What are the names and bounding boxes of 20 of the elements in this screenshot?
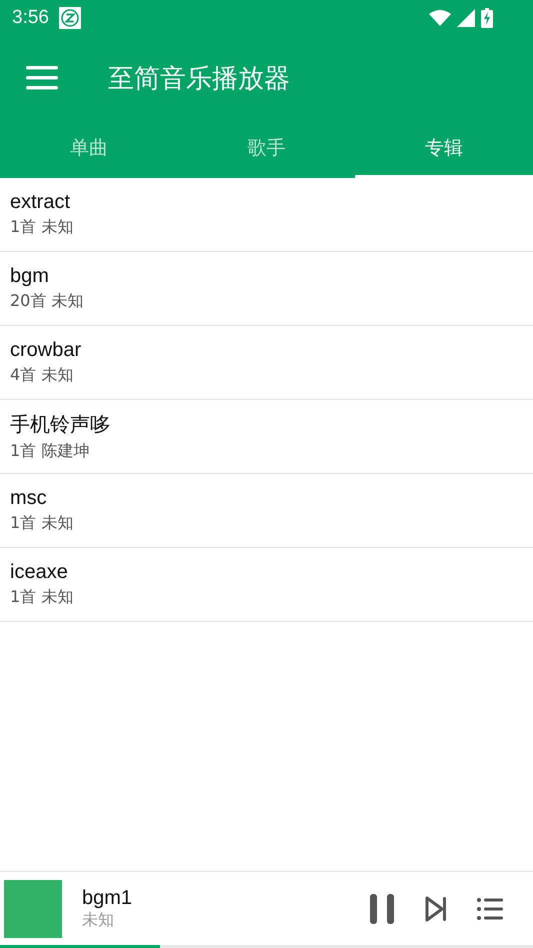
battery-icon — [481, 8, 493, 28]
song-title: bgm1 — [82, 886, 134, 910]
pause-icon[interactable] — [369, 894, 395, 924]
album-item[interactable]: bgm 20首 未知 — [0, 252, 533, 326]
menu-icon[interactable] — [26, 66, 58, 90]
progress-bar[interactable] — [0, 945, 533, 948]
album-art — [4, 880, 62, 938]
album-item[interactable]: msc 1首 未知 — [0, 474, 533, 548]
status-time: 3:56 — [12, 7, 49, 29]
album-item[interactable]: crowbar 4首 未知 — [0, 326, 533, 400]
album-item[interactable]: 手机铃声哆 1首 陈建坤 — [0, 400, 533, 474]
album-item[interactable]: extract 1首 未知 — [0, 178, 533, 252]
signal-icon — [457, 9, 475, 27]
app-title: 至简音乐播放器 — [108, 62, 290, 96]
song-artist: 未知 — [82, 910, 115, 930]
wifi-icon — [429, 10, 451, 26]
skip-next-icon[interactable] — [425, 896, 447, 922]
album-item[interactable]: iceaxe 1首 未知 — [0, 548, 533, 622]
playlist-icon[interactable] — [477, 898, 503, 920]
app-notification-icon — [58, 7, 81, 29]
